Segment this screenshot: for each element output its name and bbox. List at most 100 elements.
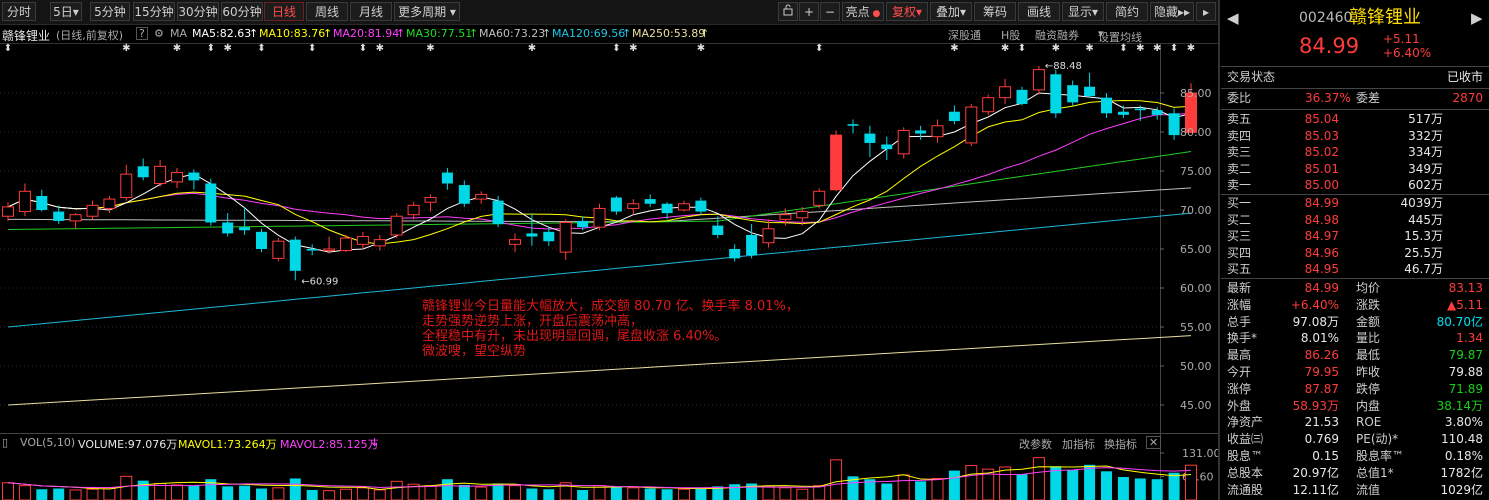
next-stock-icon[interactable]: ▶ [1471,6,1483,30]
simple-button[interactable]: 简约 [1106,2,1148,21]
stat-label: 涨幅 [1227,297,1252,312]
more-periods-dropdown[interactable]: 更多周期 ▾ [394,2,460,21]
period-tab-5min[interactable]: 5分钟 [90,2,130,21]
stat-value: 20.97亿 [1292,465,1339,480]
period-tab-60min[interactable]: 60分钟 [221,2,263,21]
close-volume-icon[interactable]: ✕ [1146,436,1162,449]
candle-body [559,221,572,253]
event-star-icon: ⬍ [815,43,823,54]
book-price: 84.97 [1304,229,1339,244]
help-icon[interactable]: ? [136,27,148,40]
volume-bar [323,490,336,500]
event-star-icon: ✱ [950,43,958,54]
hk-connect-link[interactable]: 深股通 [948,27,981,43]
ask-level-row[interactable]: 卖三 85.02 334万 [1221,144,1489,161]
ask-level-row[interactable]: 卖四 85.03 332万 [1221,128,1489,145]
volume-bar [526,488,538,500]
ask-level-row[interactable]: 卖二 85.01 349万 [1221,161,1489,178]
margin-link[interactable]: 融资融券 [1035,27,1079,43]
highlights-button[interactable]: 亮点 ● [842,2,884,21]
candle-body [103,198,116,209]
mavol2-value: MAVOL2:85.125万 [280,438,379,451]
add-indicator-link[interactable]: 加指标 [1062,436,1095,452]
volume-bar [475,486,488,500]
volume-bar [610,487,622,500]
bid-level-row[interactable]: 买四 84.96 25.5万 [1221,245,1489,262]
bid-level-row[interactable]: 买五 84.95 46.7万 [1221,261,1489,278]
volume-bar [729,484,741,500]
kline-chart[interactable]: ⬍ ✱ ✱ ⬍ ✱ ⬍ ⬍ ⬍ ✱ ✱ ✱ ⬍ ✱ ✱ ⬍ ✱ ✱ ⬍ ✱ ✱ ⬍ ✱ ✱ ⬍ ✱ 85.00 80.00 75.0… [0,43,1218,500]
bid-level-row[interactable]: 买三 84.97 15.3万 [1221,228,1489,245]
edit-params-link[interactable]: 改参数 [1019,436,1052,452]
draw-button[interactable]: 画线 [1018,2,1060,21]
event-star-icon: ⬍ [359,43,367,54]
book-level-label: 卖四 [1227,128,1252,143]
bid-level-row[interactable]: 买二 84.98 445万 [1221,212,1489,229]
candle-body [526,233,538,237]
h-share-link[interactable]: H股 [1001,27,1020,43]
book-level-label: 买五 [1227,262,1252,277]
stat-value: 110.48 [1441,432,1483,447]
bid-level-row[interactable]: 买一 84.99 4039万 [1221,195,1489,212]
stat-value: 8.01% [1300,331,1339,346]
stat-value: 79.88 [1448,365,1483,379]
volume-bar [509,485,521,500]
stat-value: 79.95 [1304,365,1339,379]
overlay-button[interactable]: 叠加▾ [930,2,972,21]
candle-body [577,220,589,228]
period-tab-30min[interactable]: 30分钟 [177,2,219,21]
stat-row: 净资产 21.53 ROE 3.80% [1221,414,1489,431]
volume-bar [830,459,843,500]
prev-stock-icon[interactable]: ◀ [1227,6,1239,30]
vol-title: VOL(5,10) [20,436,76,449]
candle-body [69,214,82,222]
volume-bar [492,483,504,500]
event-markers: ⬍ ✱ ✱ ⬍ ✱ ⬍ ⬍ ⬍ ✱ ✱ ✱ ⬍ ✱ ✱ ⬍ ✱ ✱ ⬍ ✱ ✱ ⬍ ✱ ✱ ⬍ ✱ [4,43,1195,54]
price-tick-label: 50.00 [1180,360,1212,373]
period-tab-5day[interactable]: 5日▾ [50,2,82,21]
event-star-icon: ⬍ [1018,43,1026,54]
event-star-icon: ✱ [376,43,384,54]
ask-level-row[interactable]: 卖五 85.04 517万 [1221,111,1489,128]
chart-mode: (日线,前复权) [56,29,124,42]
stat-value: 71.89 [1448,381,1483,396]
period-tab-15min[interactable]: 15分钟 [133,2,175,21]
lock-icon[interactable] [778,2,798,21]
stat-label: 最高 [1227,348,1252,363]
chips-button[interactable]: 筹码 [974,2,1016,21]
stat-value: 86.26 [1304,348,1339,363]
period-tab-daily[interactable]: 日线 [264,2,304,21]
display-button[interactable]: 显示▾ [1062,2,1104,21]
period-tab-fenshi[interactable]: 分时 [2,2,36,21]
panel-separator[interactable] [1218,0,1220,500]
candle-body [1134,108,1146,111]
candle-body [813,190,826,206]
switch-indicator-link[interactable]: 换指标 [1104,436,1137,452]
period-tab-weekly[interactable]: 周线 [306,2,348,21]
panel-toggle-icon[interactable]: ▸ [1196,2,1216,21]
ma-settings-link[interactable]: 设置均线 ▾ [1098,27,1142,44]
candle-body [610,197,622,212]
hide-button[interactable]: 隐藏▸▸ [1150,2,1194,21]
collapse-volume-icon[interactable]: ▯ [2,436,8,449]
event-star-icon: ⬍ [4,43,12,54]
ask-level-row[interactable]: 卖一 85.00 602万 [1221,177,1489,194]
volume-bar [577,489,589,500]
book-price: 85.04 [1304,112,1339,126]
adjust-button[interactable]: 复权▾ [886,2,928,21]
candle-body [982,97,995,113]
volume-bar [306,489,318,500]
event-star-icon: ✱ [1085,43,1093,54]
settings-gear-icon[interactable]: ⚙ [154,27,164,40]
stat-row: 总手 97.08万 金额 80.70亿 [1221,314,1489,331]
stat-label: 今开 [1227,365,1252,379]
zoom-out-button[interactable]: − [820,2,840,21]
zoom-in-button[interactable]: + [799,2,819,21]
stat-value: +6.40% [1290,297,1339,312]
mavol2-arrow-icon: ↓ [370,436,380,449]
volume-bar [881,483,893,500]
period-tab-monthly[interactable]: 月线 [350,2,392,21]
stat-label: ROE [1356,415,1382,430]
stat-value: 3.80% [1444,415,1483,430]
ma10-value: MA10:83.76 [259,27,326,40]
